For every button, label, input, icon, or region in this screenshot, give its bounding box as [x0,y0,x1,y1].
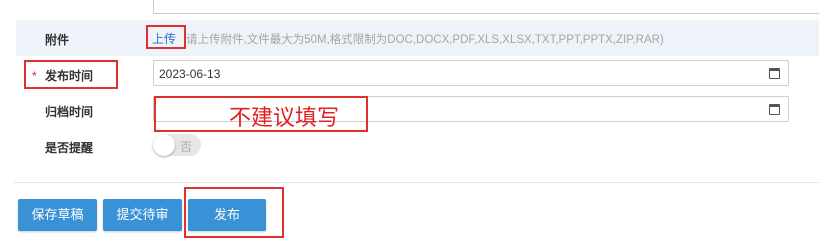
attachment-row: 附件 上传 请上传附件,文件最大为50M,格式限制为DOC,DOCX,PDF,X… [16,20,819,56]
save-draft-button[interactable]: 保存草稿 [18,199,97,231]
toggle-knob [153,134,175,156]
annotation-note: 不建议填写 [229,105,340,130]
publish-button[interactable]: 发布 [188,199,266,231]
toggle-off-text: 否 [180,140,193,154]
divider [14,182,819,183]
attachment-label: 附件 [45,33,70,47]
upload-link[interactable]: 上传 [152,30,176,47]
reminder-label: 是否提醒 [45,141,94,155]
publish-form: 附件 上传 请上传附件,文件最大为50M,格式限制为DOC,DOCX,PDF,X… [16,0,819,182]
calendar-icon[interactable] [769,68,780,79]
archive-time-row: 归档时间 [16,94,819,126]
publish-time-label: 发布时间 [45,69,94,83]
reminder-toggle[interactable]: 否 [153,134,201,156]
required-mark: * [32,69,37,83]
reminder-row: 是否提醒 否 [16,131,819,161]
archive-time-label: 归档时间 [45,105,94,119]
submit-review-button[interactable]: 提交待审 [103,199,182,231]
publish-time-value: 2023-06-13 [159,67,221,81]
publish-time-row: * 发布时间 2023-06-13 [16,58,819,90]
calendar-icon[interactable] [769,104,780,115]
publish-time-input[interactable]: 2023-06-13 [153,60,789,86]
upload-hint: 请上传附件,文件最大为50M,格式限制为DOC,DOCX,PDF,XLS,XLS… [186,34,664,46]
